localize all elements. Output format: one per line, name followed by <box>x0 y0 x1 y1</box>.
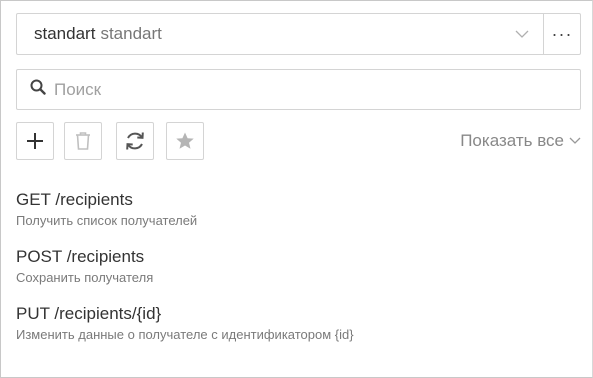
delete-button[interactable] <box>64 122 102 160</box>
search-icon <box>30 79 46 100</box>
endpoint-item-post-recipients[interactable]: POST /recipients Сохранить получателя <box>16 247 581 304</box>
chevron-down-icon[interactable] <box>507 14 537 54</box>
environment-select[interactable]: standart standart ··· <box>16 13 581 55</box>
show-all-dropdown[interactable]: Показать все <box>460 131 581 151</box>
plus-icon <box>27 133 43 149</box>
add-button[interactable] <box>16 122 54 160</box>
show-all-label: Показать все <box>460 131 564 150</box>
environment-name: standart <box>34 24 96 43</box>
refresh-icon <box>126 132 144 150</box>
environment-label: standart <box>100 24 162 43</box>
endpoint-description: Получить список получателей <box>16 213 198 228</box>
endpoint-description: Сохранить получателя <box>16 270 154 285</box>
endpoint-title: POST /recipients <box>16 247 145 266</box>
endpoint-title: GET /recipients <box>16 190 133 209</box>
endpoint-item-get-recipients[interactable]: GET /recipients Получить список получате… <box>16 190 581 247</box>
toolbar: Показать все <box>16 122 581 160</box>
star-icon <box>176 132 194 149</box>
search-box[interactable] <box>16 69 581 110</box>
endpoint-title: PUT /recipients/{id} <box>16 304 162 323</box>
trash-icon <box>76 132 90 150</box>
favorite-button[interactable] <box>166 122 204 160</box>
search-input[interactable] <box>52 78 556 101</box>
endpoint-item-put-recipient[interactable]: PUT /recipients/{id} Изменить данные о п… <box>16 304 581 361</box>
endpoint-description: Изменить данные о получателе с идентифик… <box>16 327 354 342</box>
environment-select-value[interactable]: standart standart <box>17 14 507 54</box>
endpoint-list: GET /recipients Получить список получате… <box>16 190 581 361</box>
chevron-down-icon <box>569 137 581 144</box>
refresh-button[interactable] <box>116 122 154 160</box>
environment-more-button[interactable]: ··· <box>543 14 580 54</box>
